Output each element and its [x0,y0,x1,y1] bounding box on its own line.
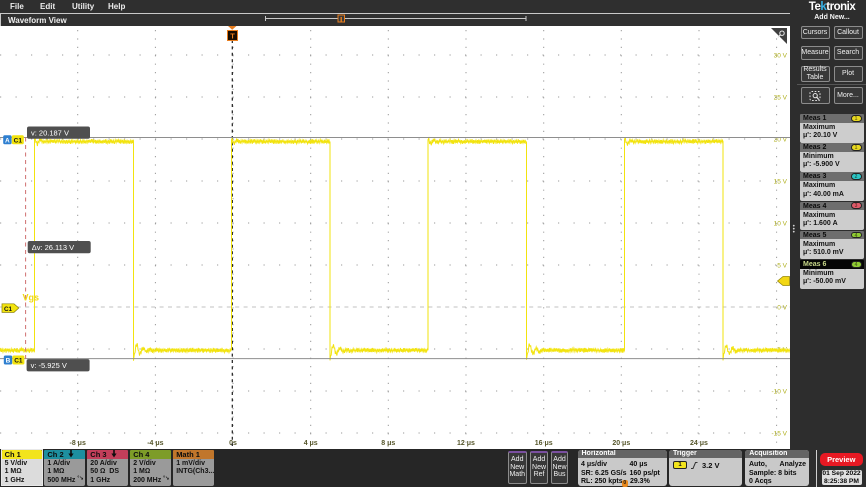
svg-text:-8 μs: -8 μs [70,440,86,447]
svg-text:0 V: 0 V [777,305,787,312]
svg-text:C1: C1 [4,306,13,313]
svg-text:10 V: 10 V [774,221,788,228]
svg-text:0s: 0s [229,440,237,447]
svg-text:25 V: 25 V [774,95,788,102]
svg-text:v: 20.187 V: v: 20.187 V [31,128,69,137]
svg-text:15 V: 15 V [774,179,788,186]
svg-text:5 V: 5 V [777,263,787,270]
svg-text:20 μs: 20 μs [612,440,630,447]
svg-text:v: -5.925 V: v: -5.925 V [31,361,67,370]
svg-text:4 μs: 4 μs [304,440,318,447]
svg-text:12 μs: 12 μs [457,440,475,447]
svg-text:24 μs: 24 μs [690,440,708,447]
svg-text:B: B [6,358,11,365]
svg-text:C1: C1 [14,358,23,365]
svg-text:Δv: 26.113 V: Δv: 26.113 V [32,243,74,252]
svg-text:8 μs: 8 μs [381,440,395,447]
svg-text:A: A [5,137,10,144]
svg-text:Vgs: Vgs [23,293,40,303]
svg-text:T: T [230,32,235,41]
svg-text:-4 μs: -4 μs [147,440,163,447]
svg-text:30 V: 30 V [774,53,788,60]
svg-text:-15 V: -15 V [771,431,787,438]
svg-text:16 μs: 16 μs [535,440,553,447]
svg-text:-10 V: -10 V [771,389,787,396]
svg-text:C1: C1 [14,137,23,144]
